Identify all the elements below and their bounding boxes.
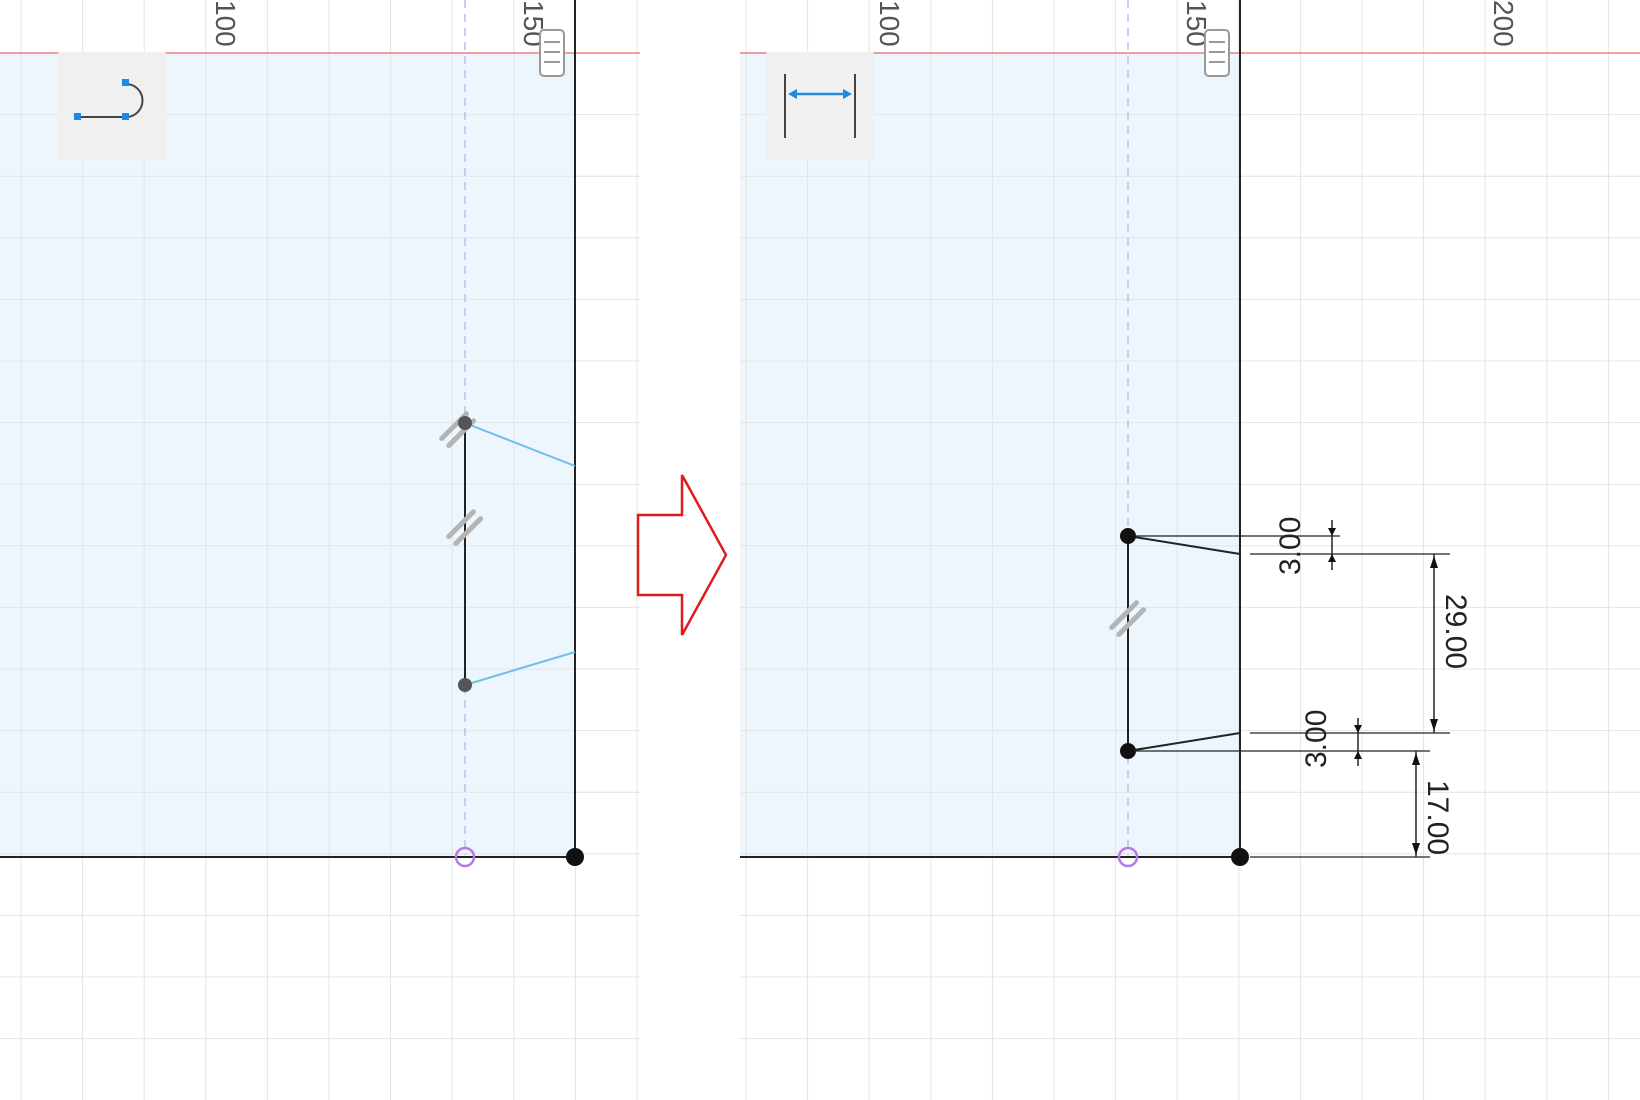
sketch-drawing-after: 100 150 200 3.00 29.00 3.00 17.00 (740, 0, 1640, 1100)
sketch-point[interactable] (458, 678, 472, 692)
dimension-span-label[interactable]: 29.00 (1439, 594, 1472, 669)
dimension-bottom-offset-label[interactable]: 3.00 (1300, 710, 1333, 768)
fix-constraint-icon[interactable] (1204, 29, 1230, 77)
dimension-base-offset[interactable]: 17.00 (1412, 751, 1454, 857)
corner-point[interactable] (1231, 848, 1249, 866)
corner-point[interactable] (566, 848, 584, 866)
right-arrow-icon (636, 474, 728, 636)
sketch-point[interactable] (1120, 743, 1136, 759)
sketch-point[interactable] (1120, 528, 1136, 544)
ruler-label-100: 100 (210, 0, 241, 47)
fix-constraint-icon[interactable] (539, 29, 565, 77)
dimension-top-offset-label[interactable]: 3.00 (1274, 517, 1307, 575)
dimension-base-offset-label[interactable]: 17.00 (1421, 780, 1454, 855)
sketch-canvas-before[interactable]: 100 150 (0, 0, 640, 1100)
tangent-arc-tool-button[interactable] (58, 52, 166, 160)
sketch-profile-region (0, 52, 575, 857)
sketch-point[interactable] (458, 416, 472, 430)
sketch-profile-region (740, 52, 1240, 857)
sketch-dimension-tool-button[interactable] (766, 52, 874, 160)
sketch-drawing-before: 100 150 (0, 0, 640, 1100)
sketch-dimension-icon (784, 74, 856, 138)
tangent-arc-icon (74, 79, 144, 120)
dimension-span[interactable]: 29.00 (1430, 554, 1472, 733)
sketch-canvas-after[interactable]: 100 150 200 3.00 29.00 3.00 17.00 (740, 0, 1640, 1100)
dimension-bottom-offset[interactable]: 3.00 (1300, 710, 1362, 768)
transition-arrow (630, 470, 730, 640)
ruler-label-100: 100 (874, 0, 905, 47)
ruler-label-200: 200 (1488, 0, 1519, 47)
